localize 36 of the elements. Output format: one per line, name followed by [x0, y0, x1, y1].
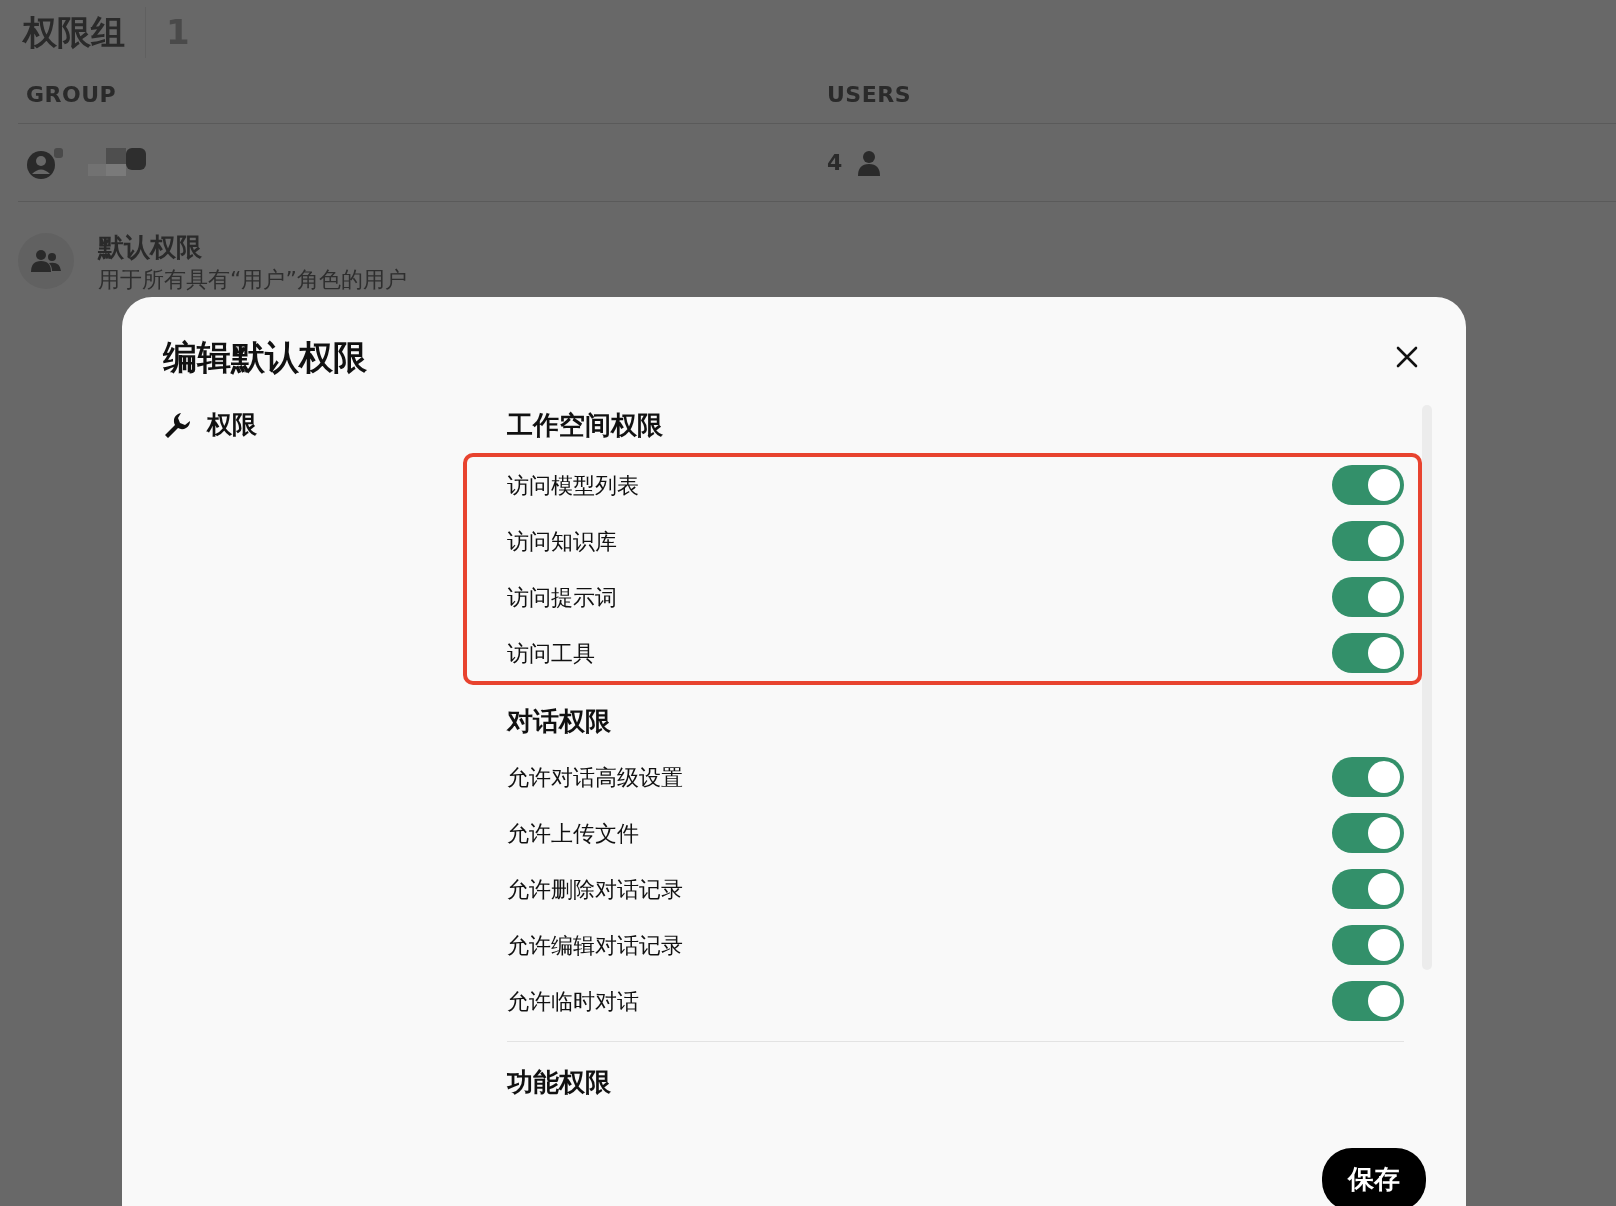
nav-item[interactable]: 权限 — [207, 406, 257, 444]
modal-title: 编辑默认权限 — [163, 335, 367, 379]
section-title: 功能权限 — [507, 1065, 612, 1099]
toggle-switch[interactable] — [1332, 757, 1404, 797]
group-avatar-icon — [26, 145, 64, 180]
user-count: 4 — [827, 149, 843, 177]
permission-label: 允许对话高级设置 — [507, 763, 683, 792]
toggle-switch[interactable] — [1332, 521, 1404, 561]
toggle-switch[interactable] — [1332, 869, 1404, 909]
wrench-icon — [163, 411, 191, 439]
toggle-switch[interactable] — [1332, 981, 1404, 1021]
permission-label: 访问提示词 — [507, 583, 617, 612]
permission-label: 允许编辑对话记录 — [507, 931, 683, 960]
section-title: 对话权限 — [507, 704, 612, 738]
column-header: GROUP — [25, 81, 118, 109]
user-icon — [858, 149, 881, 176]
permission-label: 访问工具 — [507, 639, 595, 668]
toggle-switch[interactable] — [1332, 925, 1404, 965]
toggle-switch[interactable] — [1332, 633, 1404, 673]
toggle-switch[interactable] — [1332, 465, 1404, 505]
permission-label: 允许上传文件 — [507, 819, 639, 848]
column-header: USERS — [827, 81, 912, 109]
default-permissions-subtitle: 用于所有具有“用户”角色的用户 — [98, 267, 407, 294]
default-permissions-title: 默认权限 — [98, 231, 203, 264]
page-title: 权限组 — [21, 10, 125, 54]
permission-label: 访问知识库 — [507, 527, 617, 556]
blurred-name-drawing — [88, 147, 146, 178]
permission-label: 允许临时对话 — [507, 987, 639, 1016]
users-icon — [31, 248, 61, 273]
permission-label: 访问模型列表 — [507, 471, 639, 500]
save-button[interactable]: 保存 — [1322, 1148, 1426, 1206]
permission-label: 允许删除对话记录 — [507, 875, 683, 904]
toggle-switch[interactable] — [1332, 577, 1404, 617]
scrollbar[interactable] — [1422, 405, 1432, 970]
section-title: 工作空间权限 — [507, 408, 664, 442]
toggle-switch[interactable] — [1332, 813, 1404, 853]
